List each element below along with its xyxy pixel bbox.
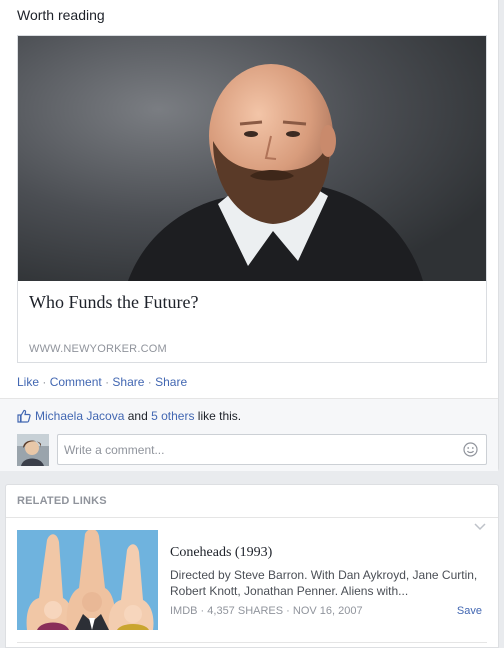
chevron-down-icon[interactable] [474, 520, 486, 531]
smiley-icon[interactable] [463, 442, 478, 457]
article-hero-image[interactable] [18, 36, 486, 281]
likes-and-text: and [124, 409, 152, 423]
likes-summary: Michaela Jacova and 5 others like this. [17, 409, 241, 423]
comment-input-box[interactable] [57, 434, 487, 465]
share-action[interactable]: Share [112, 375, 144, 389]
post-card: Worth reading Who Funds the Future? WWW.… [0, 0, 499, 471]
article-title[interactable]: Who Funds the Future? [29, 292, 198, 313]
related-link-description: Directed by Steve Barron. With Dan Aykro… [170, 568, 478, 598]
related-link-thumbnail[interactable] [17, 530, 158, 630]
like-action[interactable]: Like [17, 375, 39, 389]
post-header-text: Worth reading [17, 7, 105, 23]
avatar[interactable] [17, 434, 49, 466]
comment-input[interactable] [58, 435, 448, 464]
share-action-secondary[interactable]: Share [155, 375, 187, 389]
related-links-header: RELATED LINKS [17, 495, 107, 507]
related-link-title[interactable]: Coneheads (1993) [170, 545, 272, 561]
liker-name-link[interactable]: Michaela Jacova [35, 409, 124, 423]
article-domain: WWW.NEWYORKER.COM [29, 343, 167, 355]
related-link-meta: IMDB · 4,357 SHARES · NOV 16, 2007 [170, 605, 363, 617]
thumbs-up-icon [17, 409, 31, 423]
divider [17, 642, 487, 643]
save-button[interactable]: Save [457, 605, 482, 617]
divider [6, 517, 498, 518]
likes-suffix-text: like this. [194, 409, 242, 423]
post-actions: Like · Comment · Share · Share [17, 375, 187, 389]
link-preview[interactable]: Who Funds the Future? WWW.NEWYORKER.COM [17, 35, 487, 363]
related-links-card: RELATED LINKS Coneheads (1993) Directed [5, 484, 499, 648]
likes-and-comments-section: Michaela Jacova and 5 others like this. [0, 398, 498, 471]
portrait-illustration [18, 36, 486, 281]
comment-action[interactable]: Comment [50, 375, 102, 389]
others-link[interactable]: 5 others [151, 409, 194, 423]
action-separator: · [42, 375, 50, 389]
